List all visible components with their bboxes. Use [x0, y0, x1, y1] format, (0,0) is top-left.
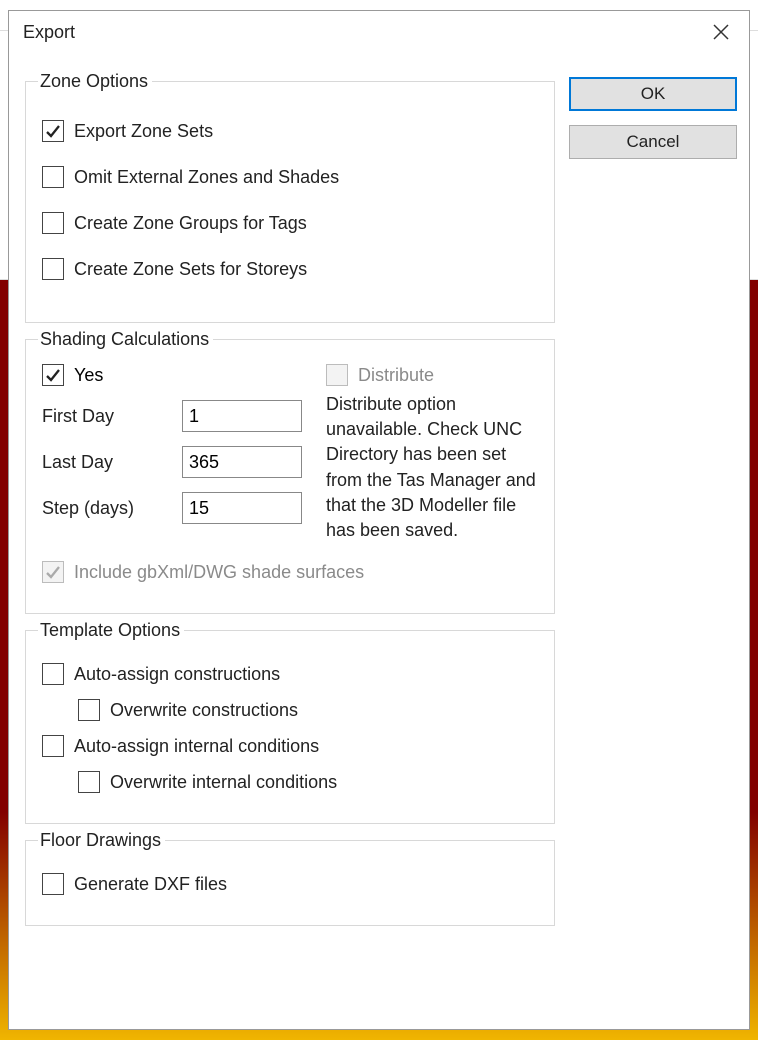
shading-yes-row[interactable]: Yes: [42, 364, 302, 386]
create-sets-storeys-checkbox[interactable]: [42, 258, 64, 280]
auto-constructions-checkbox[interactable]: [42, 663, 64, 685]
include-gbxml-checkbox: [42, 561, 64, 583]
distribute-info-text: Distribute option unavailable. Check UNC…: [326, 392, 536, 543]
first-day-input[interactable]: [182, 400, 302, 432]
export-dialog: Export Zone Options Export Zone Sets: [8, 10, 750, 1030]
zone-options-legend: Zone Options: [38, 71, 152, 92]
check-icon: [45, 123, 61, 139]
omit-external-checkbox[interactable]: [42, 166, 64, 188]
zone-options-group: Zone Options Export Zone Sets Omit Exter…: [25, 71, 555, 323]
shading-yes-label: Yes: [74, 365, 103, 386]
omit-external-row[interactable]: Omit External Zones and Shades: [42, 166, 542, 188]
shading-legend: Shading Calculations: [38, 329, 213, 350]
step-days-input[interactable]: [182, 492, 302, 524]
auto-constructions-row[interactable]: Auto-assign constructions: [42, 663, 542, 685]
left-column: Zone Options Export Zone Sets Omit Exter…: [25, 71, 555, 932]
first-day-row: First Day: [42, 400, 302, 432]
overwrite-internal-row[interactable]: Overwrite internal conditions: [78, 771, 542, 793]
export-zone-sets-label: Export Zone Sets: [74, 121, 213, 142]
close-icon: [713, 24, 729, 40]
generate-dxf-label: Generate DXF files: [74, 874, 227, 895]
create-groups-tags-row[interactable]: Create Zone Groups for Tags: [42, 212, 542, 234]
check-icon: [45, 367, 61, 383]
step-days-label: Step (days): [42, 498, 182, 519]
include-gbxml-label: Include gbXml/DWG shade surfaces: [74, 562, 364, 583]
floor-drawings-legend: Floor Drawings: [38, 830, 165, 851]
shading-right: Distribute Distribute option unavailable…: [326, 364, 542, 543]
overwrite-internal-checkbox[interactable]: [78, 771, 100, 793]
close-button[interactable]: [701, 14, 741, 50]
distribute-label: Distribute: [358, 365, 434, 386]
distribute-checkbox: [326, 364, 348, 386]
overwrite-constructions-row[interactable]: Overwrite constructions: [78, 699, 542, 721]
generate-dxf-checkbox[interactable]: [42, 873, 64, 895]
floor-drawings-group: Floor Drawings Generate DXF files: [25, 830, 555, 926]
generate-dxf-row[interactable]: Generate DXF files: [42, 873, 542, 895]
auto-internal-row[interactable]: Auto-assign internal conditions: [42, 735, 542, 757]
overwrite-internal-label: Overwrite internal conditions: [110, 772, 337, 793]
auto-constructions-label: Auto-assign constructions: [74, 664, 280, 685]
template-options-group: Template Options Auto-assign constructio…: [25, 620, 555, 824]
overwrite-constructions-label: Overwrite constructions: [110, 700, 298, 721]
create-sets-storeys-label: Create Zone Sets for Storeys: [74, 259, 307, 280]
cancel-button[interactable]: Cancel: [569, 125, 737, 159]
last-day-row: Last Day: [42, 446, 302, 478]
right-column: OK Cancel: [569, 71, 737, 159]
template-options-legend: Template Options: [38, 620, 184, 641]
export-zone-sets-row[interactable]: Export Zone Sets: [42, 120, 542, 142]
export-zone-sets-checkbox[interactable]: [42, 120, 64, 142]
step-days-row: Step (days): [42, 492, 302, 524]
overwrite-constructions-checkbox[interactable]: [78, 699, 100, 721]
last-day-label: Last Day: [42, 452, 182, 473]
shading-calculations-group: Shading Calculations Yes First Day: [25, 329, 555, 614]
titlebar: Export: [9, 11, 749, 53]
auto-internal-checkbox[interactable]: [42, 735, 64, 757]
first-day-label: First Day: [42, 406, 182, 427]
create-groups-tags-label: Create Zone Groups for Tags: [74, 213, 307, 234]
distribute-row: Distribute: [326, 364, 536, 386]
auto-internal-label: Auto-assign internal conditions: [74, 736, 319, 757]
last-day-input[interactable]: [182, 446, 302, 478]
omit-external-label: Omit External Zones and Shades: [74, 167, 339, 188]
shading-yes-checkbox[interactable]: [42, 364, 64, 386]
include-gbxml-row: Include gbXml/DWG shade surfaces: [42, 561, 542, 583]
dialog-body: Zone Options Export Zone Sets Omit Exter…: [9, 53, 749, 944]
shading-grid: Yes First Day Last Day Step (days): [42, 364, 542, 543]
check-icon: [45, 564, 61, 580]
ok-button[interactable]: OK: [569, 77, 737, 111]
dialog-title: Export: [23, 22, 75, 43]
shading-left: Yes First Day Last Day Step (days): [42, 364, 302, 543]
create-sets-storeys-row[interactable]: Create Zone Sets for Storeys: [42, 258, 542, 280]
create-groups-tags-checkbox[interactable]: [42, 212, 64, 234]
